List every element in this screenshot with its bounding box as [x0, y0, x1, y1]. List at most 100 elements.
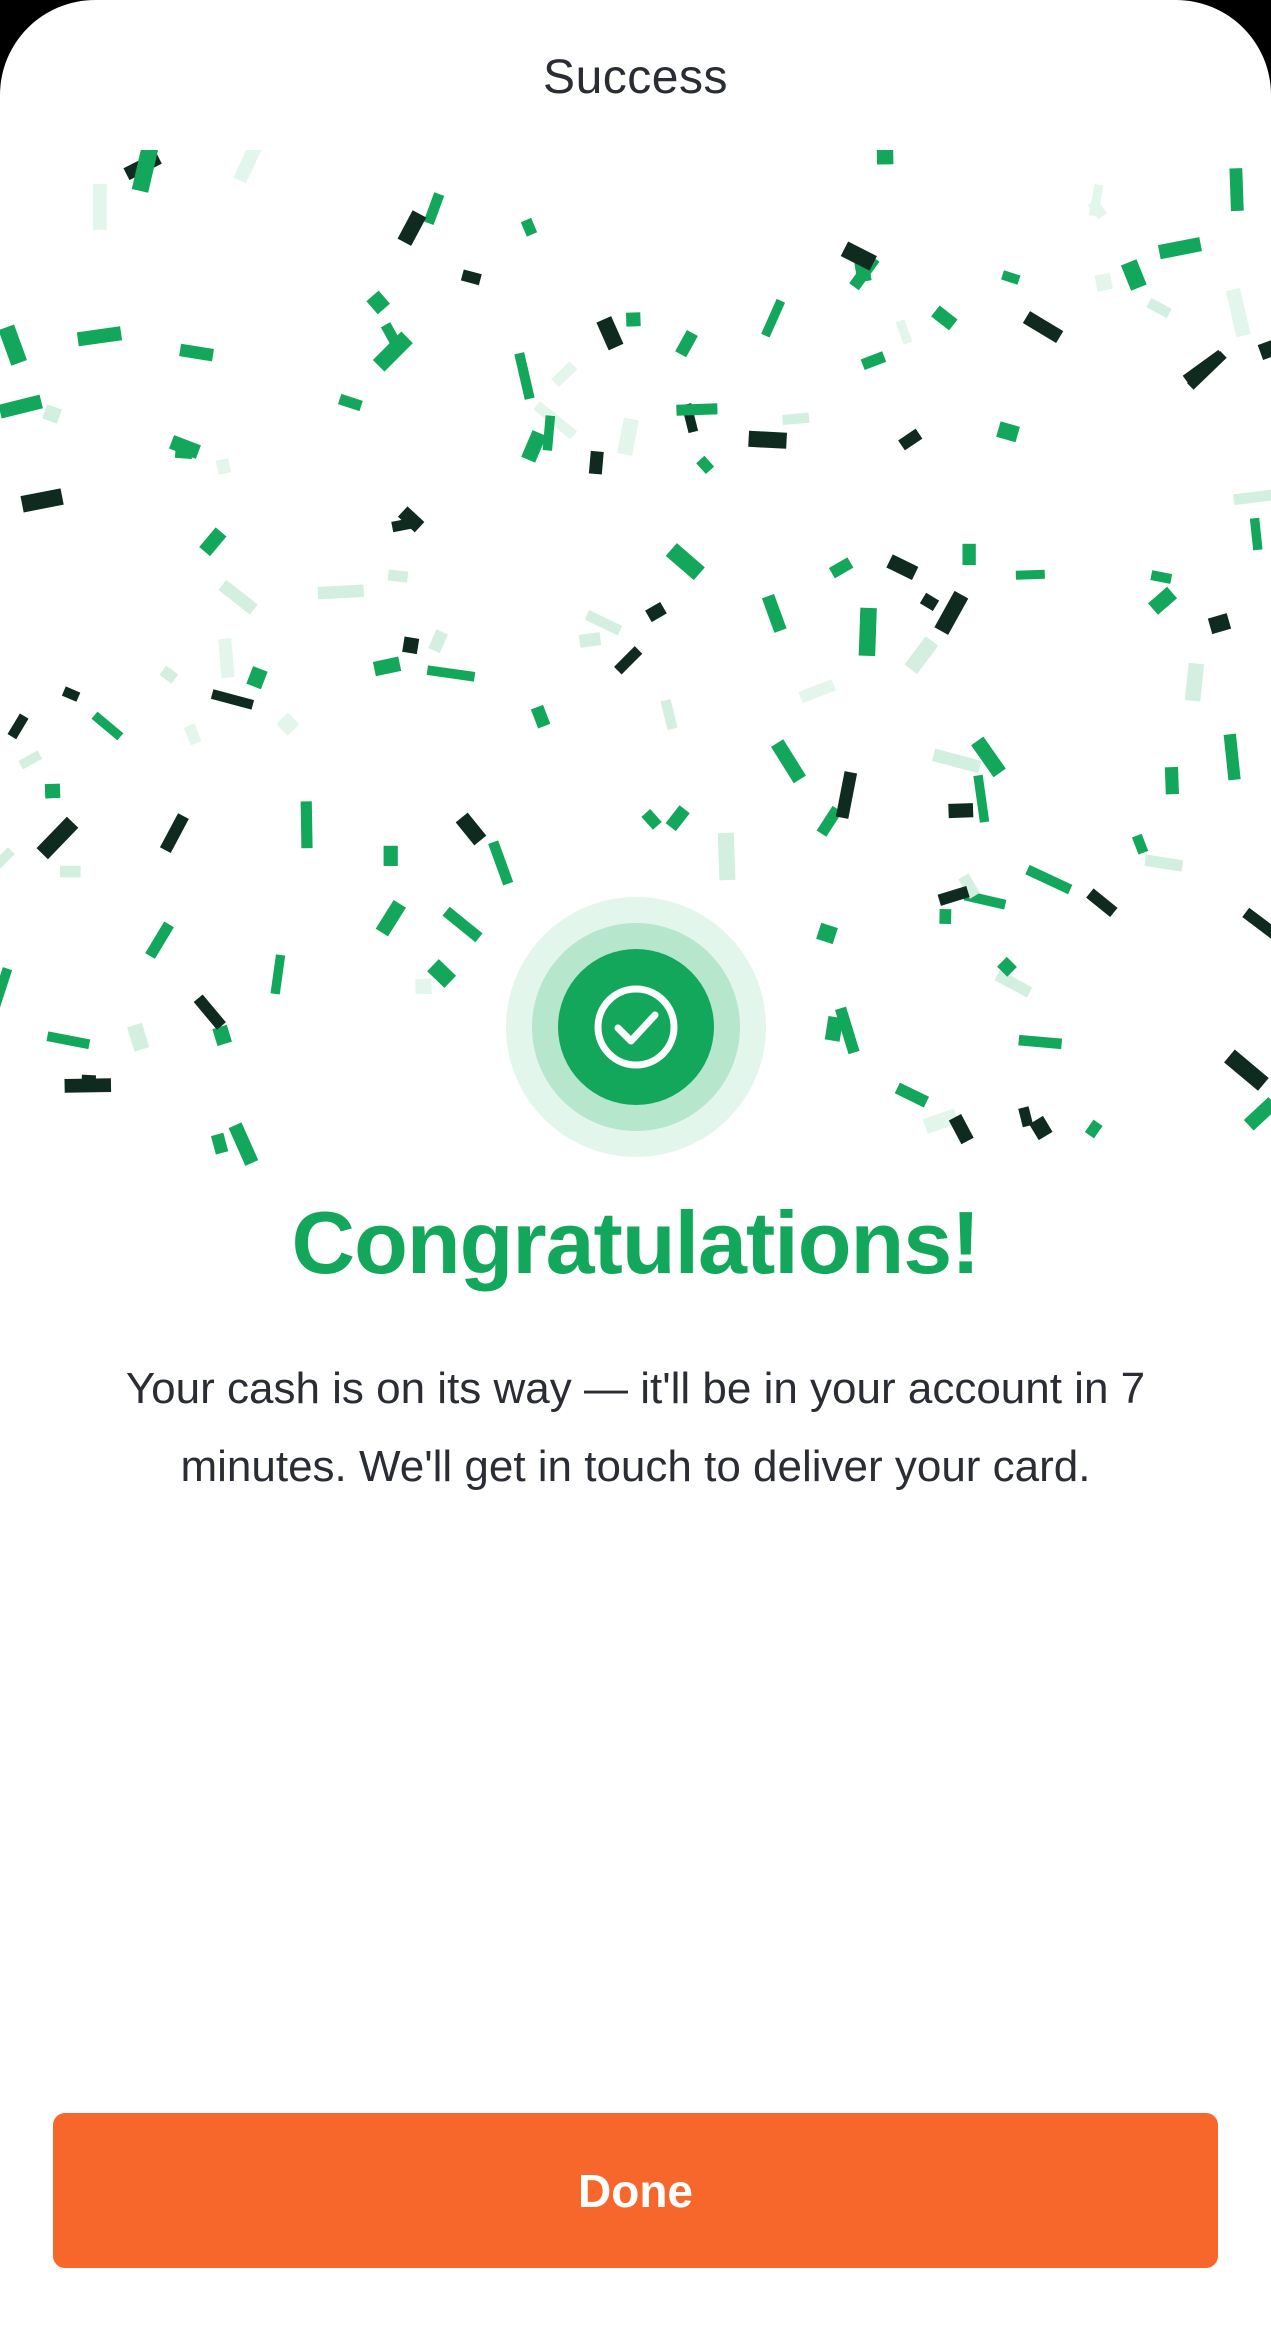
confetti-piece [962, 543, 976, 566]
confetti-piece [886, 554, 919, 580]
confetti-piece [665, 543, 705, 581]
confetti-piece [20, 488, 64, 513]
confetti-piece [798, 679, 836, 704]
confetti-piece [397, 210, 427, 246]
confetti-piece [317, 584, 365, 600]
confetti-piece [1025, 864, 1073, 895]
confetti-piece [876, 150, 894, 165]
confetti-piece [0, 394, 43, 419]
confetti-piece [665, 805, 690, 832]
confetti-piece [1223, 733, 1241, 781]
confetti-piece [588, 450, 604, 475]
confetti-piece [193, 994, 226, 1030]
done-button[interactable]: Done [53, 2113, 1218, 2268]
confetti-piece [93, 184, 107, 230]
confetti-piece [426, 665, 476, 682]
confetti-piece [542, 415, 556, 451]
confetti-piece [1242, 907, 1271, 939]
confetti-piece [761, 594, 787, 633]
confetti-piece [1084, 1119, 1103, 1139]
confetti-piece [300, 801, 313, 849]
confetti-piece [584, 610, 623, 636]
confetti-piece [1131, 833, 1149, 855]
confetti-piece [210, 689, 255, 710]
confetti-piece [937, 885, 970, 906]
confetti-piece [61, 686, 81, 702]
confetti-piece [199, 527, 227, 557]
confetti-piece [145, 921, 174, 959]
confetti-piece [179, 343, 214, 362]
confetti-piece [660, 699, 678, 731]
confetti-piece [939, 908, 952, 925]
confetti-piece [1243, 1097, 1271, 1131]
confetti-piece [1018, 1034, 1063, 1050]
confetti-piece [530, 704, 551, 729]
confetti-piece [210, 1132, 229, 1155]
confetti-piece [1225, 287, 1251, 338]
page-title: Success [543, 50, 728, 104]
confetti-piece [514, 352, 535, 400]
confetti-piece [931, 748, 982, 774]
confetti-piece [782, 412, 810, 426]
confetti-piece [127, 1022, 150, 1052]
confetti-piece [521, 430, 547, 463]
confetti-piece [233, 150, 262, 184]
confetti-piece [442, 906, 483, 943]
confetti-piece [1157, 237, 1202, 260]
confetti-piece [337, 393, 363, 412]
success-screen: Success Congratulations! Your cash is on… [0, 0, 1271, 2334]
confetti-piece [76, 326, 123, 347]
confetti-piece [824, 1015, 844, 1042]
confetti-piece [625, 312, 641, 327]
confetti-piece [42, 404, 62, 424]
confetti-piece [402, 636, 420, 655]
confetti-piece [1015, 569, 1045, 580]
confetti-piece [1120, 259, 1147, 291]
confetti-piece [835, 771, 858, 819]
confetti-piece [428, 629, 449, 654]
confetti-piece [931, 305, 958, 331]
confetti-piece [596, 316, 624, 351]
confetti-piece [894, 1082, 930, 1108]
confetti-piece [1146, 297, 1172, 319]
confetti-piece [816, 922, 838, 945]
confetti-piece [1029, 1115, 1053, 1141]
confetti-piece [895, 319, 913, 345]
confetti-piece [904, 636, 939, 674]
confetti-piece [828, 557, 854, 579]
confetti-piece [366, 290, 390, 315]
confetti-piece [1150, 570, 1173, 584]
confetti-piece [696, 455, 715, 475]
confetti-piece [1184, 662, 1205, 702]
confetti-piece [973, 774, 990, 823]
confetti-piece [391, 518, 412, 533]
confetti-piece [1229, 168, 1244, 212]
confetti-piece [1164, 766, 1179, 795]
confetti-piece [455, 812, 487, 846]
confetti-piece [898, 428, 923, 451]
confetti-piece [488, 840, 514, 886]
confetti-piece [996, 421, 1020, 443]
confetti-piece [860, 351, 887, 371]
confetti-piece [415, 978, 432, 995]
confetti-piece [46, 1031, 91, 1050]
confetti-piece [387, 569, 409, 583]
confetti-piece [1144, 854, 1184, 872]
confetti-piece [218, 638, 235, 679]
confetti-piece [372, 656, 402, 677]
confetti-piece [717, 832, 736, 881]
confetti-piece [228, 1122, 259, 1166]
confetti-piece [212, 1024, 232, 1047]
confetti-piece [44, 783, 61, 799]
confetti-piece [1233, 488, 1271, 506]
confetti-piece [578, 632, 602, 648]
confetti-piece [675, 329, 698, 358]
confetti-piece [423, 192, 445, 225]
confetti-piece [1086, 888, 1118, 918]
confetti-piece [0, 324, 27, 366]
confetti-piece [994, 970, 1033, 998]
confetti-piece [617, 417, 639, 456]
confetti-piece [551, 361, 578, 388]
confetti-piece [276, 712, 300, 736]
confetti-piece [7, 713, 29, 740]
